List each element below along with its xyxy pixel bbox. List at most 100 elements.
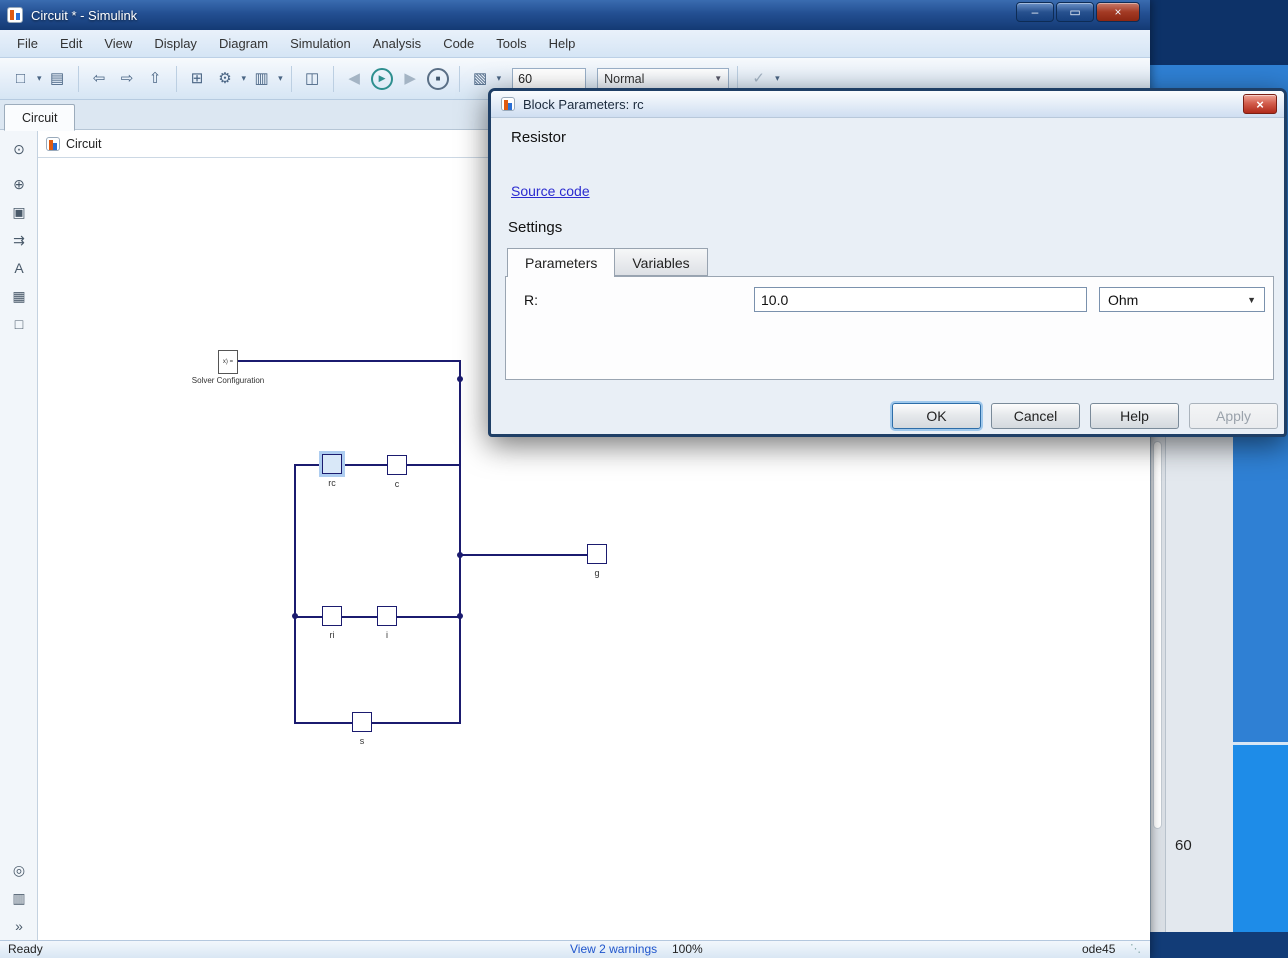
block-solver-configuration[interactable]: x) =	[218, 350, 238, 374]
cancel-button[interactable]: Cancel	[991, 403, 1080, 429]
box-icon: □	[15, 316, 23, 332]
maximize-button[interactable]: ▭	[1056, 2, 1094, 22]
simulation-mode-select[interactable]: Normal ▼	[597, 68, 729, 90]
wire-segment[interactable]	[294, 722, 461, 724]
solver-block-label: x) =	[223, 359, 233, 365]
step-forward-button[interactable]: ▶	[398, 66, 423, 92]
block-label-i: i	[367, 630, 407, 640]
block-c[interactable]	[387, 455, 407, 475]
stop-icon: ■	[427, 68, 449, 90]
up-to-parent-button[interactable]: ⇧	[143, 66, 168, 92]
save-icon: ▤	[50, 71, 64, 86]
settings-dropdown-caret[interactable]: ▾	[242, 73, 247, 84]
run-icon: ▶	[371, 68, 393, 90]
dialog-tabs: Parameters Variables	[507, 248, 708, 277]
screenshot-button[interactable]: ▥	[0, 886, 38, 910]
image-button[interactable]: ▦	[0, 284, 38, 308]
tab-circuit[interactable]: Circuit	[4, 104, 75, 131]
step-back-button[interactable]: ◀	[342, 66, 367, 92]
block-i[interactable]	[377, 606, 397, 626]
block-parameters-dialog: Block Parameters: rc × Resistor Source c…	[488, 88, 1287, 437]
model-explorer-button[interactable]: ▥	[249, 66, 274, 92]
parameters-panel: R: Ohm ▼	[505, 276, 1274, 380]
param-r-label: R:	[524, 292, 538, 308]
menu-diagram[interactable]: Diagram	[208, 32, 279, 55]
mode-dropdown-caret: ▼	[714, 74, 722, 83]
back-button[interactable]: ⇦	[87, 66, 112, 92]
background-window-top	[1150, 0, 1288, 65]
dialog-title-bar: Block Parameters: rc	[491, 91, 1284, 118]
block-s[interactable]	[352, 712, 372, 732]
block-rc[interactable]	[322, 454, 342, 474]
step-forward-icon: ▶	[404, 71, 416, 86]
param-r-input[interactable]	[754, 287, 1087, 312]
param-unit-select[interactable]: Ohm ▼	[1099, 287, 1265, 312]
stop-time-input[interactable]	[512, 68, 586, 90]
menu-help[interactable]: Help	[538, 32, 587, 55]
wire-segment[interactable]	[238, 360, 460, 362]
camera-button[interactable]: ◎	[0, 858, 38, 882]
help-button[interactable]: Help	[1090, 403, 1179, 429]
minimize-button[interactable]: –	[1016, 2, 1054, 22]
block-ri[interactable]	[322, 606, 342, 626]
menu-simulation[interactable]: Simulation	[279, 32, 362, 55]
status-zoom-level: 100%	[672, 942, 703, 956]
refresh-link-button[interactable]: ◫	[300, 66, 325, 92]
toolbar-separator	[78, 66, 79, 92]
hide-show-browser-button[interactable]: ⊙	[0, 137, 38, 161]
zoom-button[interactable]: ⊕	[0, 172, 38, 196]
dialog-close-button[interactable]: ×	[1243, 94, 1277, 114]
run-button[interactable]: ▶	[370, 66, 395, 92]
status-ready: Ready	[8, 942, 43, 956]
toolbar-separator	[459, 66, 460, 92]
menu-display[interactable]: Display	[143, 32, 208, 55]
wire-segment[interactable]	[459, 554, 589, 556]
scope-dropdown-caret[interactable]: ▾	[497, 73, 502, 84]
step-back-icon: ◀	[348, 71, 360, 86]
source-code-link[interactable]: Source code	[511, 183, 590, 199]
record-icon: ⊙	[13, 141, 25, 158]
status-solver: ode45	[1082, 942, 1115, 956]
menu-analysis[interactable]: Analysis	[362, 32, 432, 55]
explorer-dropdown-caret[interactable]: ▾	[278, 73, 283, 84]
status-bar: Ready View 2 warnings 100% ode45 ⋱	[0, 940, 1150, 958]
annotation-icon: A	[14, 260, 23, 276]
layers-icon: ▥	[12, 890, 25, 907]
open-model-button[interactable]: □	[8, 66, 33, 92]
library-browser-button[interactable]: ⊞	[185, 66, 210, 92]
breadcrumb-model-name[interactable]: Circuit	[66, 137, 101, 151]
ok-button[interactable]: OK	[892, 403, 981, 429]
scope-icon: ▧	[473, 71, 487, 86]
check-dropdown-caret[interactable]: ▾	[775, 73, 780, 84]
menu-bar: File Edit View Display Diagram Simulatio…	[0, 30, 1150, 58]
area-box-button[interactable]: □	[0, 312, 38, 336]
resize-grip[interactable]: ⋱	[1130, 942, 1141, 955]
model-settings-button[interactable]: ⚙	[213, 66, 238, 92]
more-tools-button[interactable]: »	[0, 914, 38, 938]
menu-edit[interactable]: Edit	[49, 32, 93, 55]
simulation-display-button[interactable]: ▧	[468, 66, 493, 92]
wire-segment[interactable]	[294, 464, 461, 466]
annotation-button[interactable]: A	[0, 256, 38, 280]
stop-button[interactable]: ■	[426, 66, 451, 92]
open-dropdown-caret[interactable]: ▾	[37, 73, 42, 84]
wire-junction	[457, 376, 463, 382]
apply-button[interactable]: Apply	[1189, 403, 1278, 429]
wire-segment[interactable]	[294, 464, 296, 724]
background-bottom-strip	[1150, 932, 1288, 958]
tab-variables[interactable]: Variables	[615, 248, 707, 276]
save-button[interactable]: ▤	[45, 66, 70, 92]
menu-tools[interactable]: Tools	[485, 32, 537, 55]
back-icon: ⇦	[93, 71, 106, 86]
wire-segment[interactable]	[459, 360, 461, 724]
block-g[interactable]	[587, 544, 607, 564]
fit-to-view-button[interactable]: ▣	[0, 200, 38, 224]
signal-flow-button[interactable]: ⇉	[0, 228, 38, 252]
tab-parameters[interactable]: Parameters	[507, 248, 615, 277]
close-button[interactable]: ×	[1096, 2, 1140, 22]
menu-code[interactable]: Code	[432, 32, 485, 55]
view-warnings-link[interactable]: View 2 warnings	[570, 942, 657, 956]
menu-view[interactable]: View	[93, 32, 143, 55]
forward-button[interactable]: ⇨	[115, 66, 140, 92]
menu-file[interactable]: File	[6, 32, 49, 55]
